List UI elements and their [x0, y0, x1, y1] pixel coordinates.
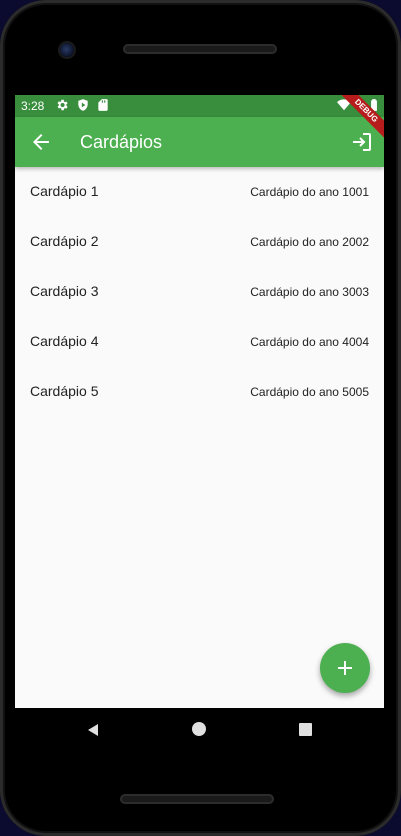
list-item-title: Cardápio 3	[30, 283, 99, 299]
app-bar: Cardápios	[15, 117, 384, 167]
arrow-back-icon[interactable]	[29, 130, 53, 154]
list-item-subtitle: Cardápio do ano 5005	[250, 385, 369, 399]
add-icon	[338, 661, 352, 675]
list-item[interactable]: Cardápio 5 Cardápio do ano 5005	[15, 367, 384, 417]
play-protect-icon	[78, 99, 88, 111]
front-camera	[60, 43, 74, 57]
nav-back-icon[interactable]	[85, 722, 101, 738]
list-item-title: Cardápio 2	[30, 233, 99, 249]
list-item[interactable]: Cardápio 3 Cardápio do ano 3003	[15, 267, 384, 317]
list-item-subtitle: Cardápio do ano 3003	[250, 285, 369, 299]
list-item-title: Cardápio 4	[30, 333, 99, 349]
list-item[interactable]: Cardápio 2 Cardápio do ano 2002	[15, 217, 384, 267]
list-item-title: Cardápio 5	[30, 383, 99, 399]
phone-frame: 3:28 Cardápios DEBUG Cardápio 1 Cardápio…	[0, 0, 401, 836]
settings-icon	[57, 99, 68, 111]
status-time: 3:28	[21, 99, 45, 113]
list-item-subtitle: Cardápio do ano 4004	[250, 335, 369, 349]
nav-recents-icon[interactable]	[299, 723, 312, 736]
list-item[interactable]: Cardápio 4 Cardápio do ano 4004	[15, 317, 384, 367]
earpiece-speaker	[123, 44, 277, 54]
app-screen: 3:28 Cardápios DEBUG Cardápio 1 Cardápio…	[15, 95, 384, 708]
list-item-title: Cardápio 1	[30, 183, 99, 199]
sd-card-icon	[98, 99, 108, 111]
list-item-subtitle: Cardápio do ano 1001	[250, 185, 369, 199]
bottom-speaker	[120, 794, 274, 804]
list-item[interactable]: Cardápio 1 Cardápio do ano 1001	[15, 167, 384, 217]
nav-home-icon[interactable]	[192, 722, 206, 736]
list-item-subtitle: Cardápio do ano 2002	[250, 235, 369, 249]
add-button[interactable]	[320, 643, 370, 693]
menu-list: Cardápio 1 Cardápio do ano 1001 Cardápio…	[15, 167, 384, 417]
system-nav-bar	[15, 708, 384, 752]
logout-icon[interactable]	[350, 130, 374, 154]
page-title: Cardápios	[80, 132, 163, 152]
status-bar: 3:28	[15, 95, 384, 117]
